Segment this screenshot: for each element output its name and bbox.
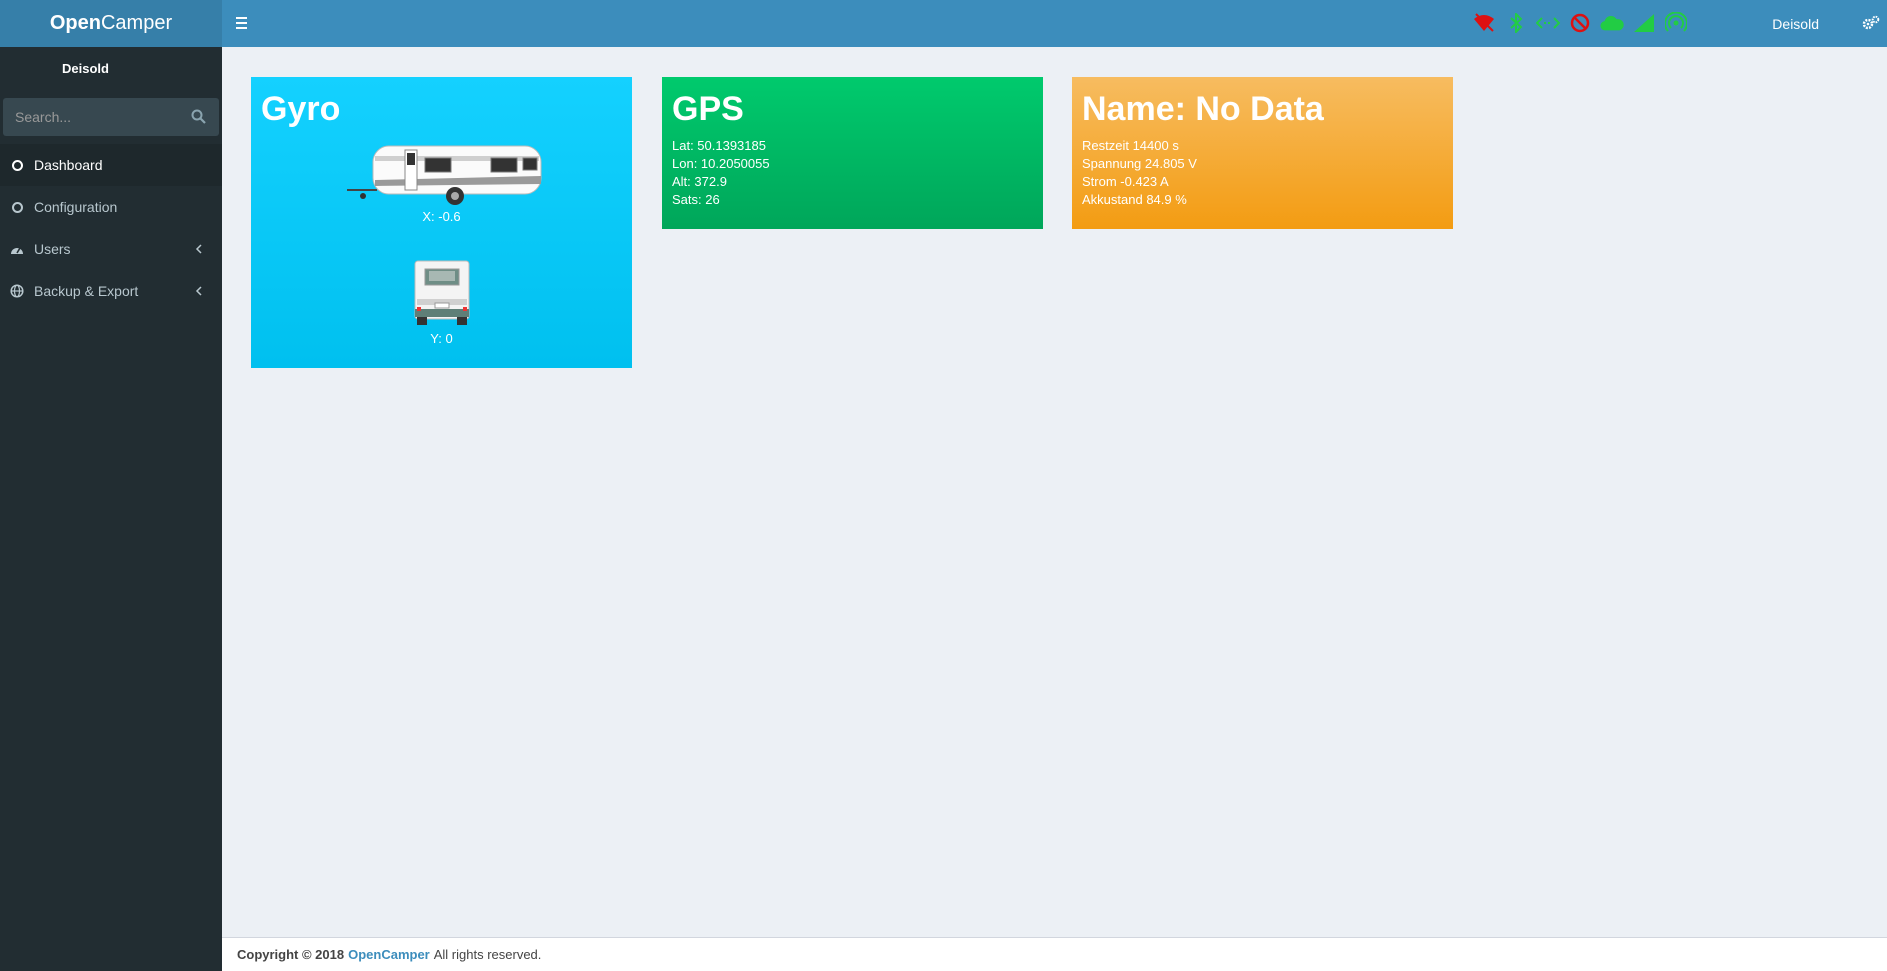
sidebar-item-configuration[interactable]: Configuration: [0, 186, 222, 228]
signal-icon: [1632, 11, 1656, 35]
wifi-off-icon: [1472, 11, 1496, 35]
gps-box: GPS Lat: 50.1393185 Lon: 10.2050055 Alt:…: [662, 77, 1043, 229]
footer-rights: All rights reserved.: [433, 947, 542, 962]
chevron-left-icon: [195, 284, 205, 298]
cloud-icon: [1600, 11, 1624, 35]
footer: Copyright © 2018 OpenCamper All rights r…: [222, 937, 1887, 971]
footer-link-opencamper[interactable]: OpenCamper: [348, 947, 430, 962]
gps-lat: Lat: 50.1393185: [672, 138, 766, 153]
gps-lon: Lon: 10.2050055: [672, 156, 770, 171]
footer-copyright: Copyright © 2018: [237, 947, 345, 962]
battery-spannung: Spannung 24.805 V: [1082, 156, 1197, 171]
sidebar: Deisold Dashboard Configuration Users: [0, 47, 222, 971]
gps-sats: Sats: 26: [672, 192, 720, 207]
battery-title: Name: No Data: [1082, 90, 1324, 128]
app-logo[interactable]: Open Camper: [0, 0, 222, 47]
globe-icon: [10, 284, 24, 298]
sidebar-item-users[interactable]: Users: [0, 228, 222, 270]
caravan-rear-view-image: [411, 259, 473, 329]
sidebar-item-backup-export[interactable]: Backup & Export: [0, 270, 222, 312]
top-navbar: Deisold: [222, 0, 1887, 47]
sidebar-toggle-icon[interactable]: [236, 13, 250, 33]
battery-box: Name: No Data Restzeit 14400 s Spannung …: [1072, 77, 1453, 229]
battery-akkustand: Akkustand 84.9 %: [1082, 192, 1187, 207]
link-icon: [1536, 11, 1560, 35]
chevron-left-icon: [195, 242, 205, 256]
status-icons: [1472, 10, 1688, 36]
search-input[interactable]: [3, 98, 219, 136]
logo-text: Camper: [100, 12, 173, 34]
gps-antenna-icon: [1664, 11, 1688, 35]
gyro-x-value: X: -0.6: [422, 209, 461, 224]
gps-details: Lat: 50.1393185 Lon: 10.2050055 Alt: 372…: [662, 129, 1043, 209]
sidebar-user-name: Deisold: [62, 60, 109, 76]
logo-bold-text: Open: [49, 12, 101, 34]
battery-details: Restzeit 14400 s Spannung 24.805 V Strom…: [1072, 129, 1453, 209]
sidebar-item-label: Backup & Export: [34, 283, 139, 299]
sidebar-item-label: Dashboard: [34, 157, 103, 173]
sidebar-menu: Dashboard Configuration Users Backup & E…: [0, 144, 222, 312]
circle-icon: [10, 158, 24, 172]
gps-title: GPS: [672, 90, 744, 128]
no-entry-icon: [1568, 11, 1592, 35]
gears-icon[interactable]: [1861, 12, 1881, 34]
navbar-user-name[interactable]: Deisold: [1772, 0, 1819, 47]
gps-alt: Alt: 372.9: [672, 174, 727, 189]
dashboard-gauge-icon: [10, 242, 24, 256]
gyro-box: Gyro X: -0.6 Y: 0: [251, 77, 632, 368]
battery-restzeit: Restzeit 14400 s: [1082, 138, 1179, 153]
caravan-side-view-image: [345, 140, 545, 208]
sidebar-item-label: Configuration: [34, 199, 118, 215]
gyro-title: Gyro: [261, 90, 341, 128]
bluetooth-icon: [1504, 11, 1528, 35]
gyro-y-value: Y: 0: [430, 331, 453, 346]
sidebar-item-label: Users: [34, 241, 71, 257]
search-icon[interactable]: [191, 109, 207, 125]
sidebar-search-form: [3, 98, 219, 136]
circle-icon: [10, 200, 24, 214]
sidebar-item-dashboard[interactable]: Dashboard: [0, 144, 222, 186]
battery-strom: Strom -0.423 A: [1082, 174, 1169, 189]
